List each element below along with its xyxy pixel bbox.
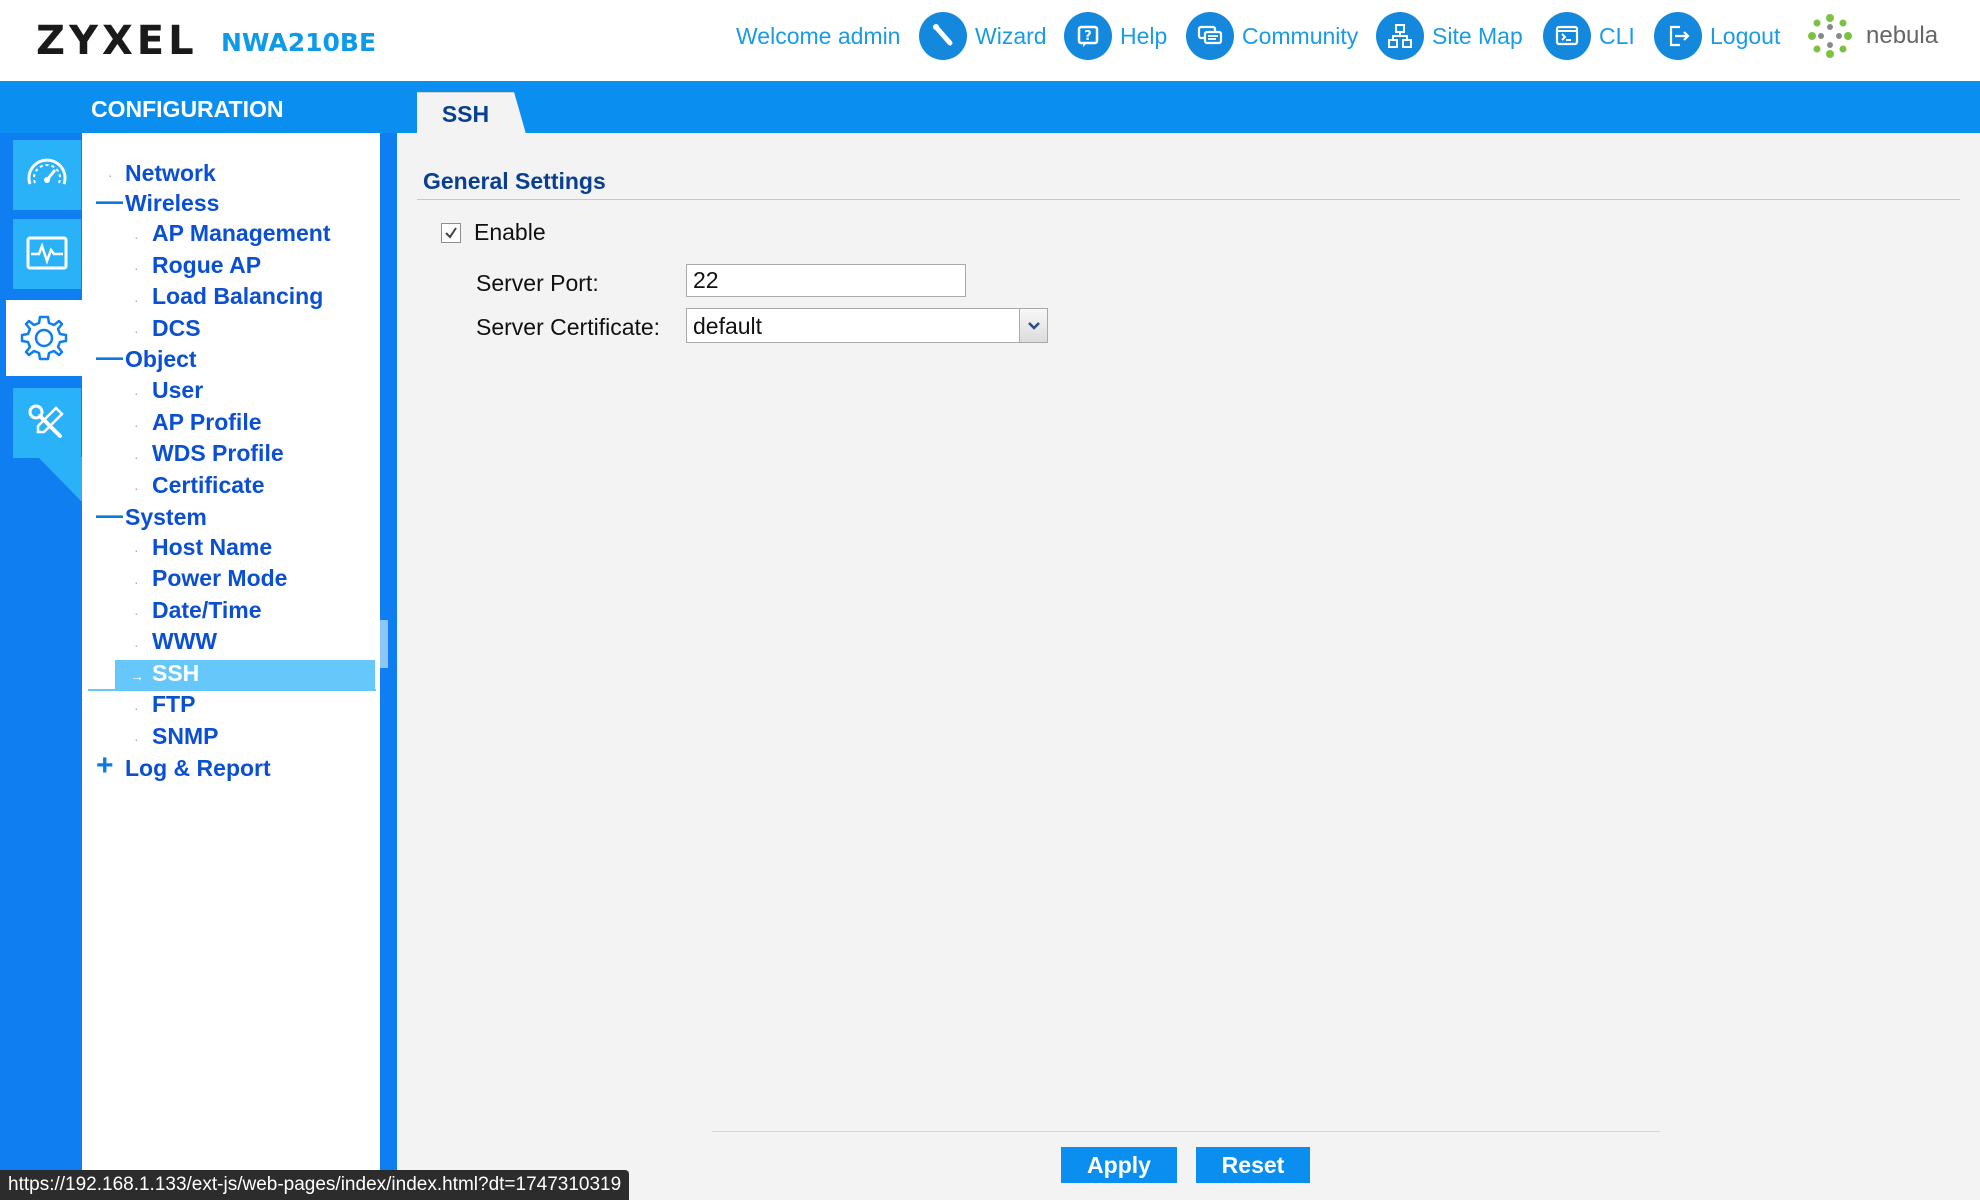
apply-button[interactable]: Apply: [1061, 1147, 1177, 1183]
tree-dot: ·: [108, 167, 113, 183]
nav-selected-underline: [88, 689, 376, 691]
tree-dot: ·: [134, 323, 139, 339]
nav-item-object[interactable]: Object: [125, 346, 197, 373]
logout-label: Logout: [1710, 22, 1781, 49]
tree-dot: ·: [134, 417, 139, 433]
collapse-icon[interactable]: —: [96, 186, 123, 217]
nav-item-www[interactable]: WWW: [152, 628, 217, 655]
tree-dot: ·: [134, 605, 139, 621]
tree-dot: ·: [134, 260, 139, 276]
logout-link[interactable]: Logout: [1654, 0, 1780, 72]
nebula-label: nebula: [1866, 22, 1939, 49]
sitemap-label: Site Map: [1432, 22, 1523, 49]
rail-dashboard-button[interactable]: [13, 140, 81, 210]
server-port-label: Server Port:: [476, 270, 599, 296]
chevron-down-icon[interactable]: [1019, 309, 1047, 342]
tree-dot: ·: [134, 574, 139, 590]
tree-dot: ·: [134, 700, 139, 716]
rail-maintenance-button[interactable]: [13, 388, 81, 458]
terminal-icon: [1543, 12, 1591, 60]
nav-item-ap-profile[interactable]: AP Profile: [152, 409, 262, 436]
speedometer-icon: [27, 158, 67, 185]
collapse-icon[interactable]: —: [96, 500, 123, 531]
collapse-icon[interactable]: —: [96, 342, 123, 373]
section-divider: [417, 199, 1960, 200]
server-port-input[interactable]: [686, 264, 966, 297]
nebula-link[interactable]: nebula: [1802, 8, 1938, 64]
help-icon: ?: [1064, 12, 1112, 60]
section-title: General Settings: [423, 168, 606, 194]
wand-icon: [919, 12, 967, 60]
status-url: https://192.168.1.133/ext-js/web-pages/i…: [0, 1170, 630, 1200]
nav-item-system[interactable]: System: [125, 504, 207, 531]
tab-ssh[interactable]: SSH: [417, 92, 514, 135]
footer-divider: [712, 1131, 1660, 1132]
server-certificate-value: default: [693, 313, 763, 339]
main-content: [397, 133, 1980, 1200]
rail-configuration-button[interactable]: [6, 300, 82, 376]
wizard-label: Wizard: [975, 22, 1047, 49]
tree-dot: ·: [134, 731, 139, 747]
pulse-icon: [26, 236, 68, 270]
reset-button[interactable]: Reset: [1196, 1147, 1310, 1183]
server-certificate-select[interactable]: default: [686, 308, 1048, 343]
nav-item-date-time[interactable]: Date/Time: [152, 597, 262, 624]
enable-checkbox[interactable]: [441, 223, 461, 243]
nav-item-ap-management[interactable]: AP Management: [152, 220, 331, 247]
nebula-logo-icon: [1808, 14, 1852, 58]
nav-item-ssh[interactable]: SSH: [152, 660, 199, 687]
rail-monitor-button[interactable]: [13, 219, 81, 289]
sitemap-icon: [1376, 12, 1424, 60]
svg-text:?: ?: [1084, 29, 1092, 44]
cli-link[interactable]: CLI: [1543, 0, 1635, 72]
sitemap-link[interactable]: Site Map: [1376, 0, 1523, 72]
nav-item-user[interactable]: User: [152, 377, 203, 404]
tree-arrow: →: [130, 668, 144, 684]
tab-corner: [514, 92, 526, 134]
cli-label: CLI: [1599, 22, 1635, 49]
welcome-text: Welcome admin: [736, 22, 901, 49]
expand-icon[interactable]: +: [96, 749, 114, 783]
panel-title: CONFIGURATION: [91, 96, 284, 122]
tools-icon: [28, 404, 64, 438]
nav-item-dcs[interactable]: DCS: [152, 315, 201, 342]
tree-dot: ·: [134, 229, 139, 245]
gear-icon: [20, 315, 68, 361]
nav-item-rogue-ap[interactable]: Rogue AP: [152, 252, 261, 279]
nav-item-network[interactable]: Network: [125, 160, 216, 187]
tree-dot: ·: [134, 449, 139, 465]
wizard-link[interactable]: Wizard: [919, 0, 1047, 72]
collapse-handle[interactable]: [380, 620, 388, 668]
tree-dot: ·: [134, 637, 139, 653]
tree-dot: ·: [134, 542, 139, 558]
community-link[interactable]: Community: [1186, 0, 1358, 72]
help-label: Help: [1120, 22, 1168, 49]
device-model: NWA210BE: [221, 28, 377, 57]
brand-logo: ZYXEL: [36, 18, 198, 64]
checkmark-icon: [445, 227, 457, 239]
enable-label: Enable: [474, 219, 546, 245]
tree-dot: ·: [134, 480, 139, 496]
chat-icon: [1186, 12, 1234, 60]
nav-item-ftp[interactable]: FTP: [152, 691, 195, 718]
help-link[interactable]: ? Help: [1064, 0, 1167, 72]
nav-item-power-mode[interactable]: Power Mode: [152, 565, 287, 592]
server-certificate-label: Server Certificate:: [476, 314, 661, 340]
nav-item-certificate[interactable]: Certificate: [152, 472, 264, 499]
icon-rail: [0, 133, 82, 1200]
top-header: ZYXEL NWA210BE Welcome admin Wizard ? He…: [0, 0, 1980, 81]
nav-item-log-report[interactable]: Log & Report: [125, 755, 271, 782]
tree-dot: ·: [134, 385, 139, 401]
nav-item-load-balancing[interactable]: Load Balancing: [152, 283, 323, 310]
nav-item-wireless[interactable]: Wireless: [125, 190, 219, 217]
nav-item-host-name[interactable]: Host Name: [152, 534, 272, 561]
title-bar: [0, 81, 1980, 133]
rail-decoration: [38, 457, 82, 502]
logout-icon: [1654, 12, 1702, 60]
community-label: Community: [1242, 22, 1359, 49]
nav-item-wds-profile[interactable]: WDS Profile: [152, 440, 284, 467]
nav-item-snmp[interactable]: SNMP: [152, 723, 218, 750]
tree-dot: ·: [134, 292, 139, 308]
